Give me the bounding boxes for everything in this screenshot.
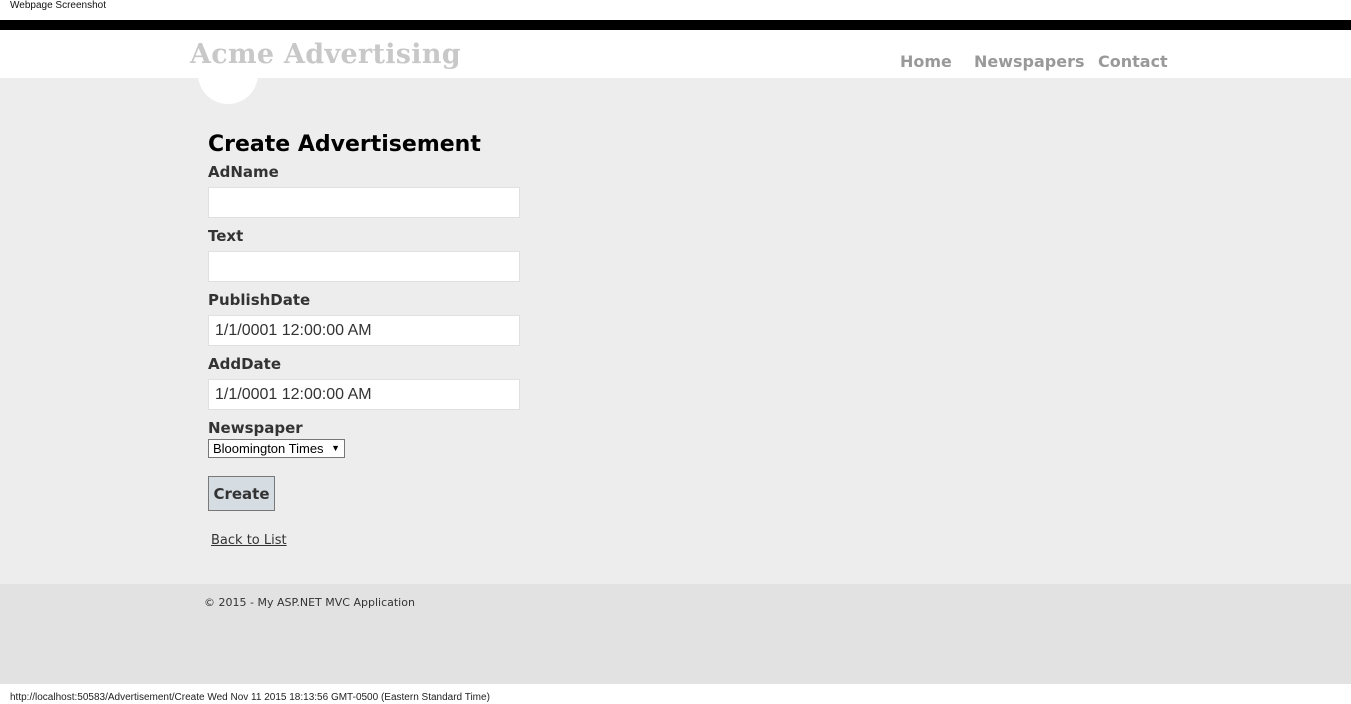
adddate-input[interactable] — [208, 379, 520, 410]
publishdate-label: PublishDate — [208, 291, 311, 309]
newspaper-label: Newspaper — [208, 419, 303, 437]
nav-newspapers-link[interactable]: Newspapers — [974, 51, 1085, 73]
nav-contact-link[interactable]: Contact — [1098, 51, 1168, 73]
site-title-link[interactable]: Acme Advertising — [190, 38, 461, 72]
publishdate-input[interactable] — [208, 315, 520, 346]
footer-copyright: © 2015 - My ASP.NET MVC Application — [204, 596, 415, 609]
back-to-list-link[interactable]: Back to List — [211, 532, 287, 550]
text-input[interactable] — [208, 251, 520, 282]
top-black-bar — [0, 20, 1351, 30]
site-footer — [0, 584, 1351, 684]
adname-input[interactable] — [208, 187, 520, 218]
screenshot-title: Webpage Screenshot — [10, 0, 106, 11]
adddate-label: AddDate — [208, 355, 282, 373]
adname-label: AdName — [208, 163, 279, 181]
dropdown-arrow-icon: ▼ — [331, 443, 340, 453]
status-url: http://localhost:50583/Advertisement/Cre… — [10, 692, 490, 703]
nav-home-link[interactable]: Home — [900, 51, 952, 73]
page-title: Create Advertisement — [208, 132, 481, 157]
newspaper-selected-value: Bloomington Times — [213, 441, 324, 456]
text-label: Text — [208, 227, 244, 245]
newspaper-select[interactable]: Bloomington Times ▼ — [208, 439, 345, 458]
create-button[interactable]: Create — [208, 476, 275, 511]
main-content — [0, 78, 1351, 584]
